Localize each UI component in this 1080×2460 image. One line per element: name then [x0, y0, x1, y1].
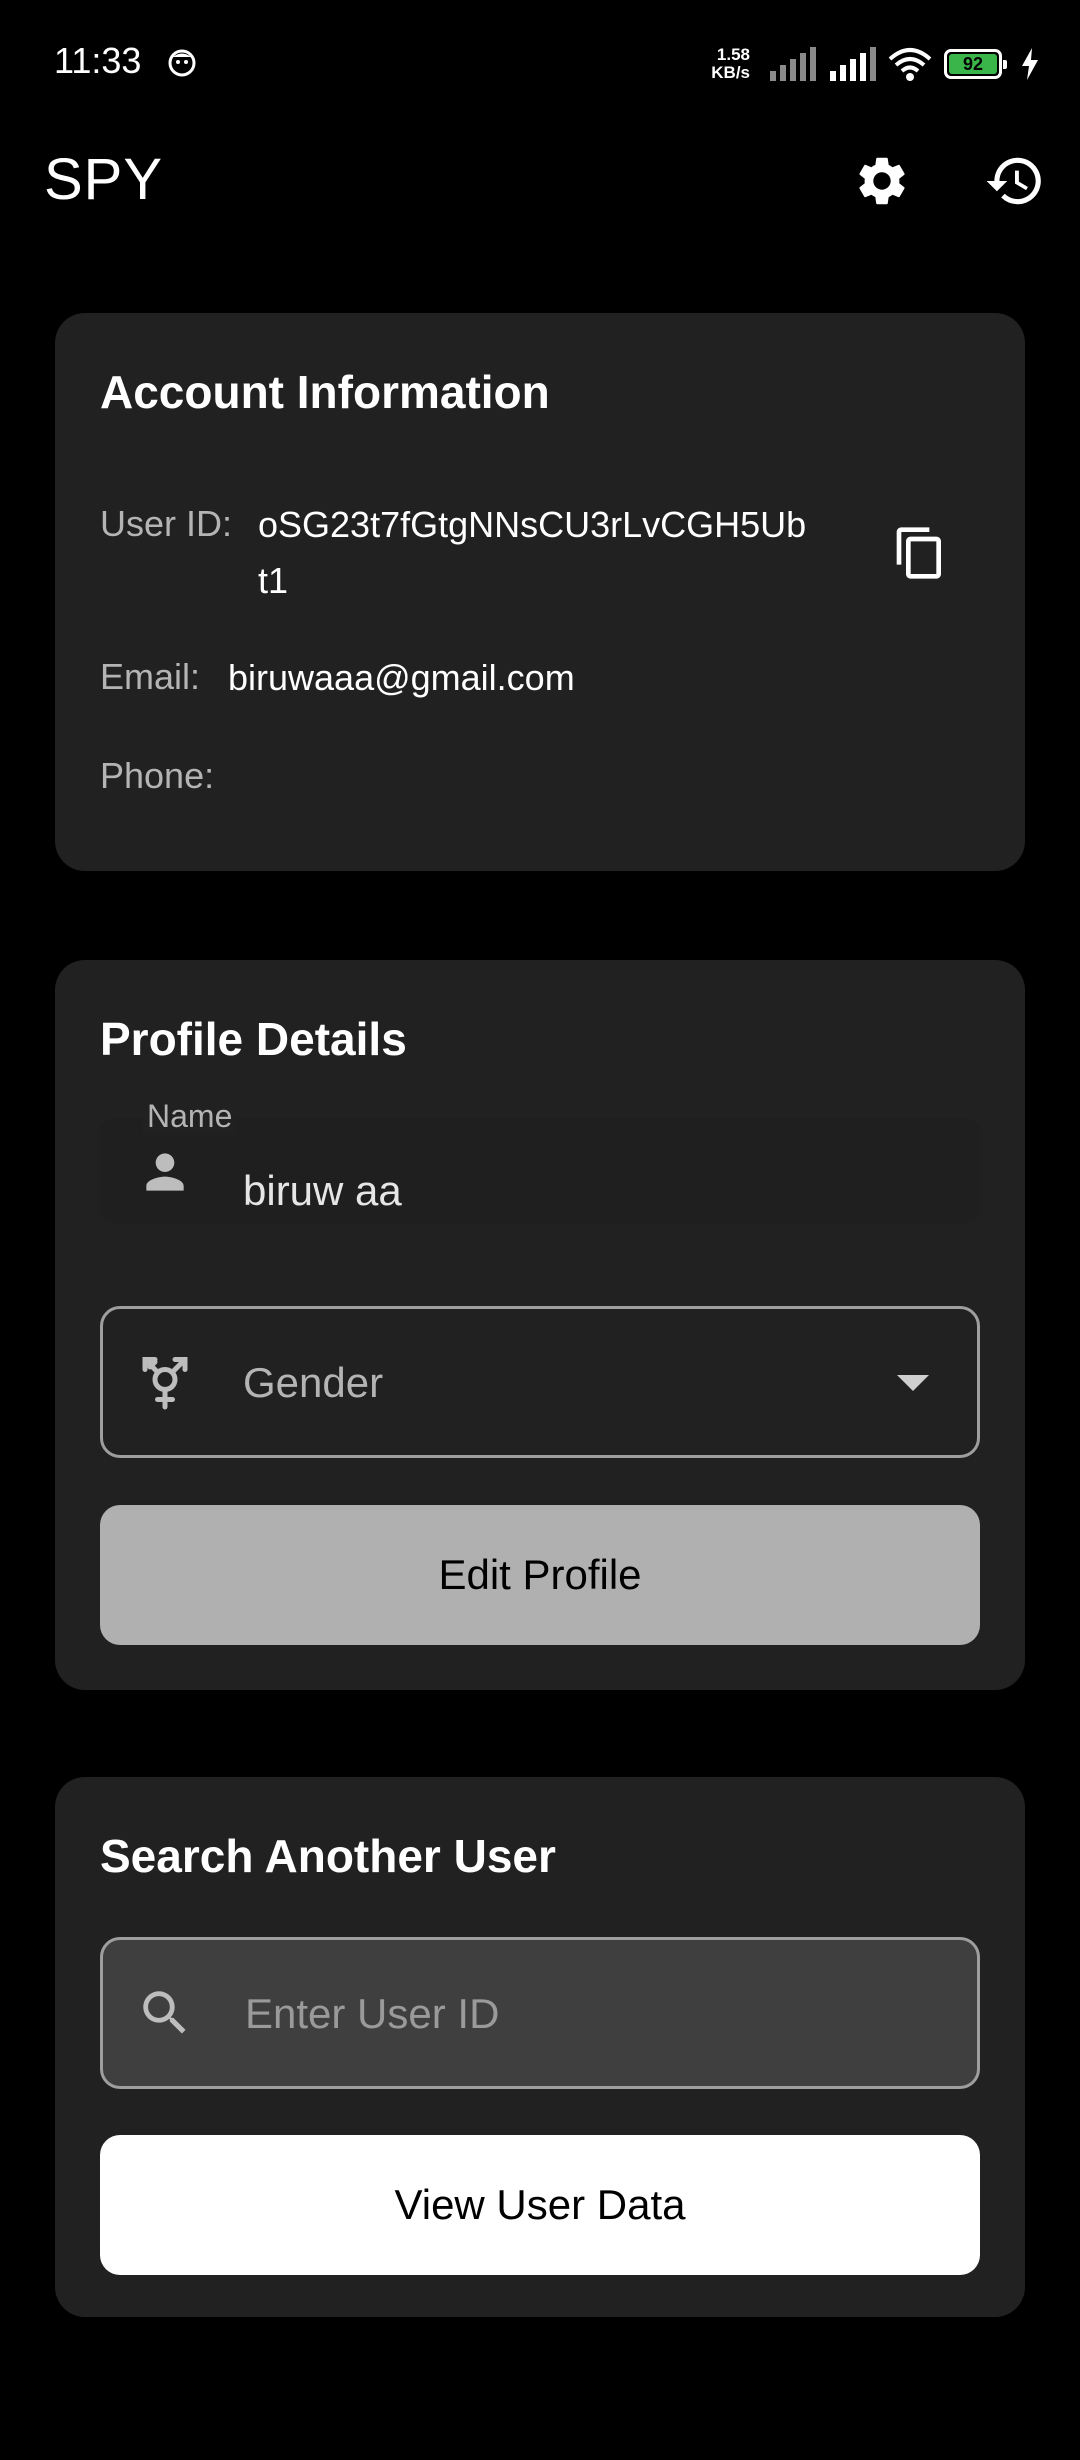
signal-strong-icon	[830, 47, 876, 81]
name-value: biruw aa	[243, 1167, 402, 1214]
copy-icon	[896, 527, 941, 579]
app-title: SPY	[44, 147, 164, 212]
dropdown-arrow-icon	[897, 1375, 929, 1391]
profile-details-title: Profile Details	[100, 1013, 407, 1065]
search-user-card: Search Another User View User Data	[55, 1777, 1025, 2317]
wifi-icon	[888, 48, 932, 81]
network-speed-value: 1.58	[716, 45, 750, 64]
account-info-title: Account Information	[100, 366, 550, 418]
name-field-label: Name	[143, 1098, 237, 1135]
user-id-search-input[interactable]	[243, 1970, 927, 2058]
email-label: Email:	[100, 656, 201, 697]
user-id-line-1: oSG23t7fGtgNNsCU3rLvCGH5Ub	[258, 504, 807, 545]
gender-dropdown[interactable]: Gender	[100, 1306, 980, 1458]
battery-icon: 92	[944, 49, 1007, 79]
user-id-label: User ID:	[100, 503, 233, 544]
status-bar: 11:33 1.58 KB/s 92	[0, 0, 1080, 130]
history-icon	[986, 157, 1041, 205]
view-user-data-button[interactable]: View User Data	[100, 2135, 980, 2275]
person-icon	[135, 1142, 195, 1202]
settings-button[interactable]	[849, 148, 915, 214]
network-speed-unit: KB/s	[711, 63, 750, 82]
gender-placeholder: Gender	[243, 1359, 384, 1406]
user-id-line-2: t1	[258, 560, 289, 601]
edit-profile-button[interactable]: Edit Profile	[100, 1505, 980, 1645]
network-speed: 1.58 KB/s	[711, 46, 750, 82]
user-id-value: oSG23t7fGtgNNsCU3rLvCGH5Ub t1	[258, 497, 806, 609]
account-info-card: Account Information User ID: oSG23t7fGtg…	[55, 313, 1025, 871]
search-field[interactable]	[100, 1937, 980, 2089]
phone-label: Phone:	[100, 755, 215, 796]
notification-face-icon	[168, 49, 196, 77]
email-value: biruwaaa@gmail.com	[228, 657, 575, 698]
signal-weak-icon	[770, 47, 816, 81]
search-icon	[135, 1983, 195, 2043]
transgender-icon	[135, 1352, 195, 1412]
battery-level: 92	[949, 54, 997, 74]
status-icons: 1.58 KB/s 92	[711, 44, 1040, 84]
history-button[interactable]	[982, 148, 1048, 214]
copy-user-id-button[interactable]	[885, 518, 955, 588]
search-user-title: Search Another User	[100, 1830, 556, 1882]
gear-icon	[859, 157, 905, 205]
charging-bolt-icon	[1022, 48, 1038, 80]
profile-details-card: Profile Details Name biruw aa Gender Edi…	[55, 960, 1025, 1690]
status-time: 11:33	[54, 40, 142, 81]
